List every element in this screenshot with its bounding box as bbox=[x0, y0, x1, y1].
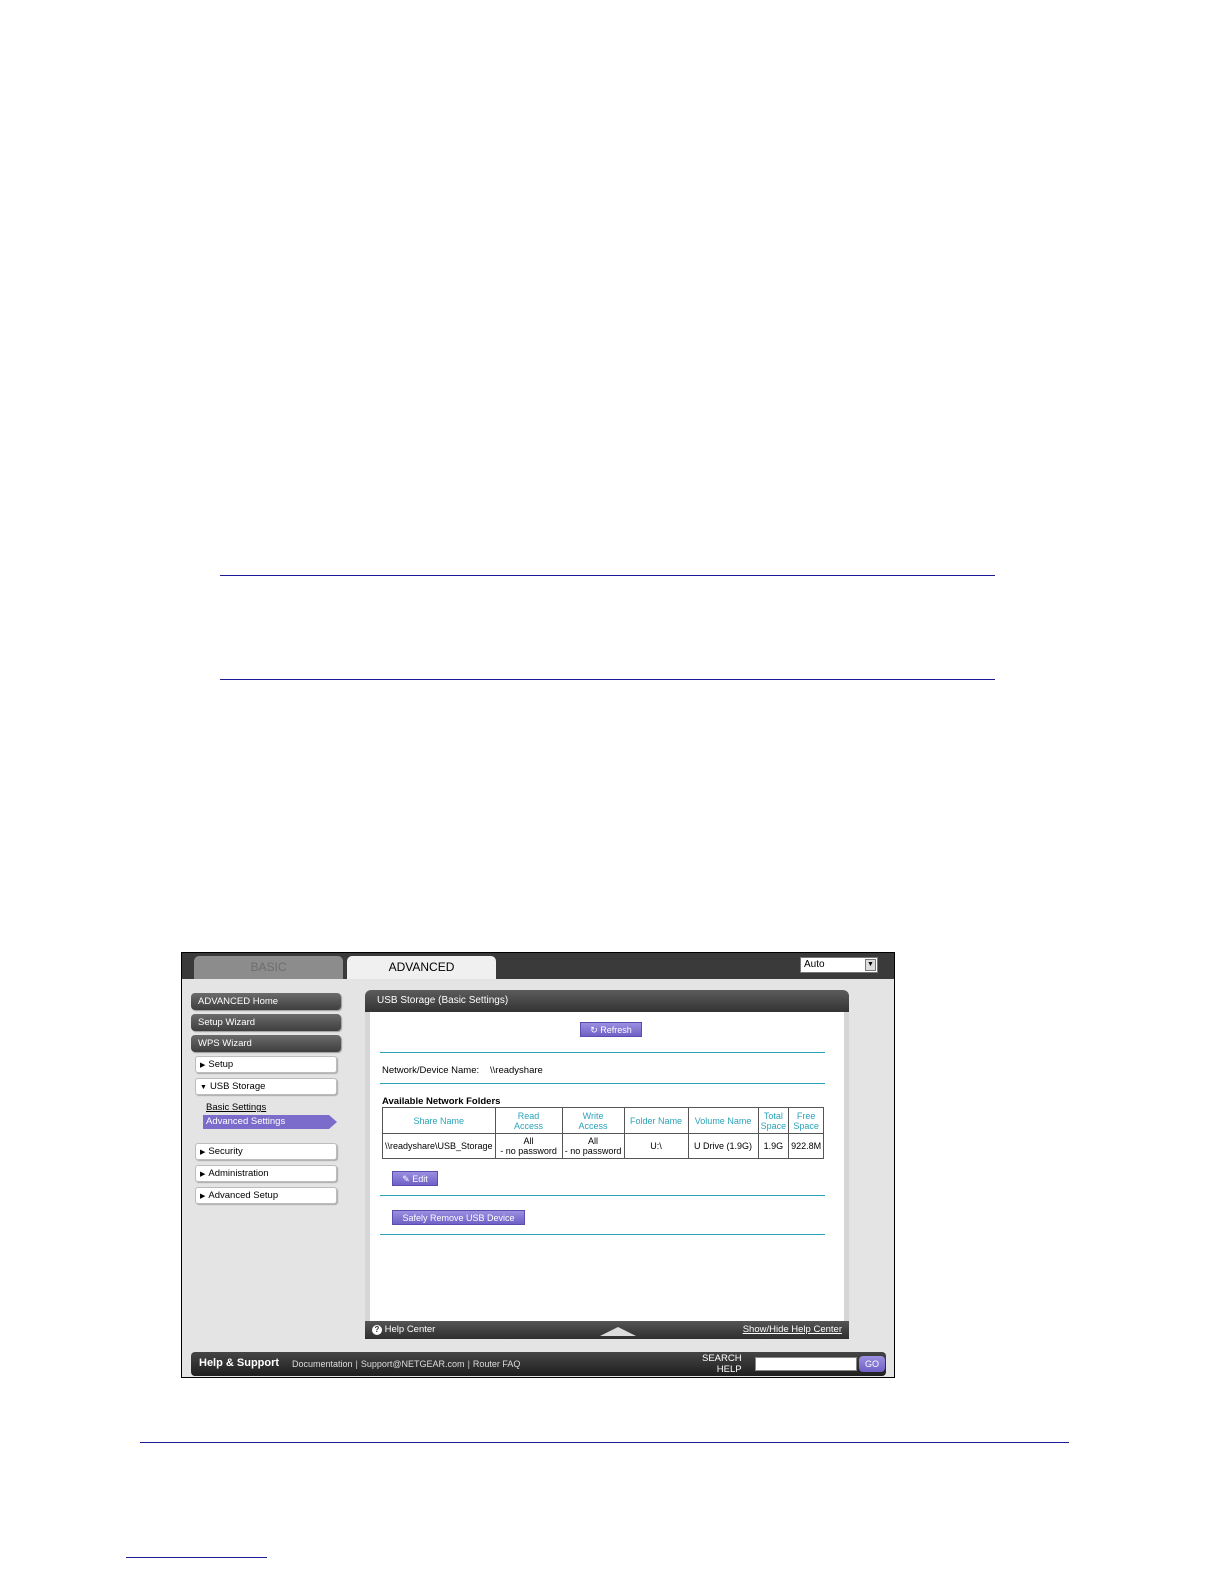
col-free-line1: Free bbox=[796, 1110, 816, 1121]
top-rule bbox=[220, 575, 995, 576]
cell-write-access: All - no password bbox=[561, 1133, 625, 1159]
sidebar-item-administration[interactable]: ▶ Administration bbox=[195, 1165, 337, 1182]
help-support-bar: Help & Support Documentation | Support@NET… bbox=[191, 1352, 886, 1376]
question-icon: ? bbox=[372, 1325, 382, 1335]
help-center-link[interactable]: ? Help Center bbox=[372, 1321, 435, 1339]
divider bbox=[380, 1234, 825, 1235]
panel-body: ↻ Refresh Network/Device Name: \\readysh… bbox=[370, 1012, 844, 1321]
documentation-link[interactable]: Documentation bbox=[292, 1359, 353, 1369]
search-label-line2: HELP bbox=[716, 1364, 742, 1375]
chevron-down-icon[interactable]: ▼ bbox=[865, 959, 876, 971]
chevron-up-icon[interactable] bbox=[600, 1327, 636, 1336]
help-center-bar: ? Help Center Show/Hide Help Center bbox=[365, 1321, 849, 1339]
col-total-space: Total Space bbox=[757, 1107, 790, 1134]
pencil-icon: ✎ bbox=[402, 1174, 410, 1184]
col-share-name: Share Name bbox=[382, 1107, 496, 1134]
search-input[interactable] bbox=[755, 1357, 857, 1371]
cell-write-line2: - no password bbox=[564, 1146, 622, 1156]
separator: | bbox=[467, 1359, 470, 1369]
cell-free-space: 922.8M bbox=[788, 1133, 825, 1159]
triangle-right-icon: ▶ bbox=[200, 1149, 206, 1156]
sidebar-item-label: Security bbox=[208, 1146, 243, 1157]
col-free-space: Free Space bbox=[788, 1107, 825, 1134]
sidebar: ADVANCED Home Setup Wizard WPS Wizard ▶ S… bbox=[191, 993, 341, 1209]
folders-heading: Available Network Folders bbox=[382, 1096, 501, 1107]
divider bbox=[380, 1083, 825, 1084]
middle-rule bbox=[220, 679, 995, 680]
sidebar-item-advanced-home[interactable]: ADVANCED Home bbox=[191, 993, 341, 1010]
triangle-right-icon: ▶ bbox=[200, 1171, 206, 1178]
sidebar-item-wps-wizard[interactable]: WPS Wizard bbox=[191, 1035, 341, 1052]
cell-read-line2: - no password bbox=[500, 1146, 557, 1156]
triangle-down-icon: ▼ bbox=[200, 1084, 207, 1091]
divider bbox=[380, 1052, 825, 1053]
help-center-label: Help Center bbox=[384, 1324, 436, 1335]
help-support-links: Documentation | Support@NETGEAR.com | Router… bbox=[292, 1359, 520, 1369]
search-help-label: SEARCH HELP bbox=[702, 1353, 742, 1375]
sidebar-item-usb-storage[interactable]: ▼ USB Storage bbox=[195, 1078, 337, 1095]
language-select[interactable]: Auto ▼ bbox=[800, 957, 878, 973]
support-email-link[interactable]: Support@NETGEAR.com bbox=[361, 1359, 465, 1369]
cell-write-line1: All bbox=[588, 1136, 599, 1146]
device-name-label: Network/Device Name: bbox=[382, 1065, 480, 1076]
sidebar-subitem-advanced-settings[interactable]: Advanced Settings bbox=[203, 1115, 337, 1129]
cell-read-line1: All bbox=[523, 1136, 534, 1146]
sidebar-subitem-basic-settings[interactable]: Basic Settings bbox=[191, 1100, 341, 1115]
sidebar-item-label: Advanced Setup bbox=[208, 1190, 279, 1201]
panel-title: USB Storage (Basic Settings) bbox=[365, 990, 849, 1012]
refresh-label: Refresh bbox=[600, 1025, 632, 1035]
sidebar-item-label: Setup bbox=[208, 1059, 234, 1070]
col-read-access: Read Access bbox=[494, 1107, 563, 1134]
col-volume-name: Volume Name bbox=[687, 1107, 759, 1134]
cell-volume-name: U Drive (1.9G) bbox=[687, 1133, 759, 1159]
safely-remove-usb-button[interactable]: Safely Remove USB Device bbox=[392, 1210, 525, 1225]
separator: | bbox=[355, 1359, 358, 1369]
refresh-icon: ↻ bbox=[590, 1025, 598, 1035]
col-folder-name: Folder Name bbox=[623, 1107, 689, 1134]
table-header-row: Share Name Read Access Write Access Folder… bbox=[382, 1107, 825, 1134]
device-name-value: \\readyshare bbox=[490, 1065, 543, 1076]
col-total-line1: Total bbox=[763, 1110, 783, 1121]
edit-label: Edit bbox=[412, 1174, 428, 1184]
col-write-line2: Access bbox=[578, 1120, 608, 1131]
col-free-line2: Space bbox=[793, 1120, 819, 1131]
folders-table: Share Name Read Access Write Access Folder… bbox=[382, 1107, 825, 1159]
cell-total-space: 1.9G bbox=[757, 1133, 790, 1159]
cell-share-name: \\readyshare\USB_Storage bbox=[382, 1133, 496, 1159]
sidebar-item-setup-wizard[interactable]: Setup Wizard bbox=[191, 1014, 341, 1031]
triangle-right-icon: ▶ bbox=[200, 1062, 206, 1069]
router-screenshot: BASIC ADVANCED Auto ▼ ADVANCED Home Setu… bbox=[181, 952, 895, 1378]
top-bar: BASIC ADVANCED Auto ▼ bbox=[182, 953, 894, 979]
triangle-right-icon: ▶ bbox=[200, 1193, 206, 1200]
go-button[interactable]: GO bbox=[859, 1356, 885, 1372]
cell-folder-name: U:\ bbox=[623, 1133, 689, 1159]
table-row[interactable]: \\readyshare\USB_Storage All - no passwor… bbox=[382, 1133, 825, 1159]
tab-advanced[interactable]: ADVANCED bbox=[347, 956, 496, 979]
edit-button[interactable]: ✎ Edit bbox=[392, 1171, 438, 1186]
col-write-access: Write Access bbox=[561, 1107, 625, 1134]
router-faq-link[interactable]: Router FAQ bbox=[473, 1359, 521, 1369]
sidebar-item-label: Administration bbox=[208, 1168, 269, 1179]
sidebar-item-security[interactable]: ▶ Security bbox=[195, 1143, 337, 1160]
main-panel: USB Storage (Basic Settings) ↻ Refresh N… bbox=[365, 990, 849, 1339]
col-write-line1: Write bbox=[582, 1110, 604, 1121]
divider bbox=[380, 1195, 825, 1196]
col-read-line1: Read bbox=[517, 1110, 540, 1121]
show-hide-help-link[interactable]: Show/Hide Help Center bbox=[743, 1321, 842, 1339]
col-read-line2: Access bbox=[514, 1120, 544, 1131]
refresh-button[interactable]: ↻ Refresh bbox=[580, 1022, 642, 1037]
page-footer-rule bbox=[126, 1557, 267, 1558]
col-total-line2: Space bbox=[760, 1120, 787, 1131]
search-label-line1: SEARCH bbox=[702, 1353, 742, 1364]
language-select-value: Auto bbox=[804, 959, 825, 970]
sidebar-item-label: USB Storage bbox=[209, 1081, 266, 1092]
sidebar-item-advanced-setup[interactable]: ▶ Advanced Setup bbox=[195, 1187, 337, 1204]
help-support-title: Help & Support bbox=[199, 1357, 280, 1369]
footer-rule bbox=[140, 1442, 1069, 1443]
tab-basic[interactable]: BASIC bbox=[194, 956, 343, 979]
sidebar-item-setup[interactable]: ▶ Setup bbox=[195, 1056, 337, 1073]
cell-read-access: All - no password bbox=[494, 1133, 563, 1159]
